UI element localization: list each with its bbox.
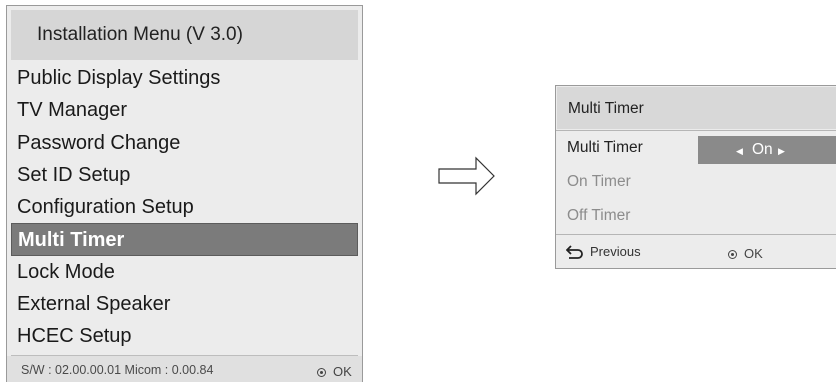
menu-item-password-change[interactable]: Password Change	[7, 127, 362, 159]
menu-item-multi-timer[interactable]: Multi Timer	[11, 223, 358, 256]
ok-button[interactable]: OK	[728, 245, 763, 263]
right-arrow-icon[interactable]: ▶	[778, 146, 785, 157]
ok-dot-icon	[317, 368, 326, 377]
installation-menu-title: Installation Menu (V 3.0)	[37, 24, 243, 45]
on-timer-item[interactable]: On Timer	[567, 173, 631, 191]
installation-menu-list: Public Display Settings TV Manager Passw…	[7, 62, 362, 353]
multi-timer-value-selector[interactable]: ◀ On ▶	[698, 136, 836, 164]
menu-item-set-id-setup[interactable]: Set ID Setup	[7, 159, 362, 191]
multi-timer-dialog-header: Multi Timer	[557, 87, 836, 129]
previous-button[interactable]: Previous	[590, 244, 641, 259]
menu-item-configuration-setup[interactable]: Configuration Setup	[7, 191, 362, 223]
ok-label: OK	[744, 246, 763, 261]
menu-item-external-speaker[interactable]: External Speaker	[7, 288, 362, 320]
header-divider	[556, 130, 836, 131]
multi-timer-dialog-footer: Previous OK	[556, 235, 836, 269]
menu-item-lock-mode[interactable]: Lock Mode	[7, 256, 362, 288]
multi-timer-value: On	[752, 141, 773, 158]
menu-item-hcec-setup[interactable]: HCEC Setup	[7, 320, 362, 352]
back-arrow-icon[interactable]	[566, 245, 584, 259]
menu-item-tv-manager[interactable]: TV Manager	[7, 94, 362, 126]
menu-item-public-display-settings[interactable]: Public Display Settings	[7, 62, 362, 94]
ok-button[interactable]: OK	[317, 363, 352, 381]
left-arrow-icon[interactable]: ◀	[736, 146, 743, 157]
installation-menu: Installation Menu (V 3.0) Public Display…	[6, 5, 363, 382]
multi-timer-label: Multi Timer	[567, 139, 643, 156]
off-timer-item[interactable]: Off Timer	[567, 207, 630, 225]
installation-menu-footer: S/W : 02.00.00.01 Micom : 0.00.84 OK	[7, 356, 362, 382]
ok-label: OK	[333, 364, 352, 379]
software-version: S/W : 02.00.00.01 Micom : 0.00.84	[21, 363, 214, 377]
installation-menu-header: Installation Menu (V 3.0)	[11, 10, 358, 60]
multi-timer-dialog-title: Multi Timer	[568, 100, 644, 117]
right-arrow-outline-icon	[438, 156, 495, 196]
ok-dot-icon	[728, 250, 737, 259]
multi-timer-dialog: Multi Timer Multi Timer ◀ On ▶ On Timer …	[555, 85, 836, 269]
